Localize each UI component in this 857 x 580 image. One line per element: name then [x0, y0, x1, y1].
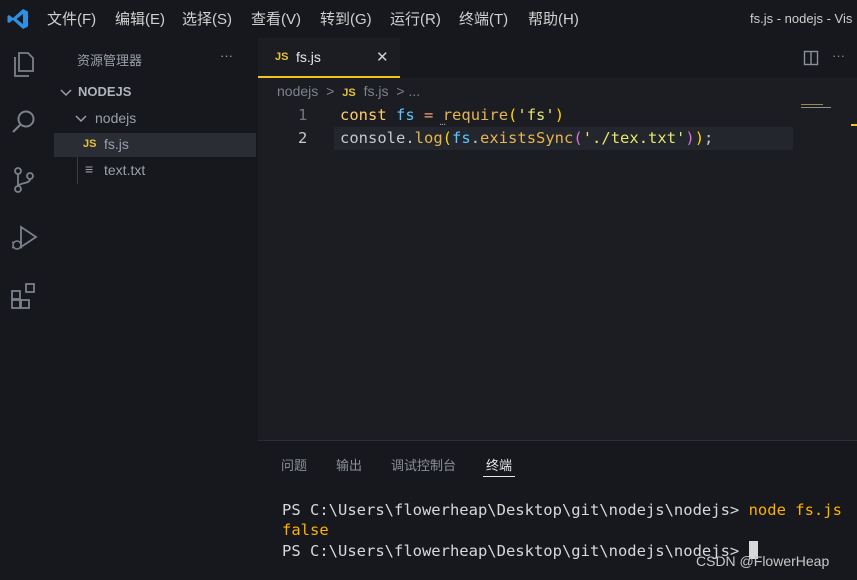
code-token: const: [340, 106, 387, 124]
breadcrumb: nodejs > JS fs.js > ...: [277, 83, 420, 99]
explorer-title: 资源管理器: [77, 53, 143, 68]
chevron-down-icon: [60, 89, 72, 97]
js-file-icon: JS: [342, 87, 356, 99]
menu-terminal[interactable]: 终端(T): [459, 8, 508, 29]
menu-view[interactable]: 查看(V): [251, 8, 301, 29]
line-number: 1: [298, 106, 308, 124]
tab-fs-js[interactable]: JS fs.js ✕: [258, 38, 400, 78]
code-token: fs: [396, 106, 415, 124]
code-token: fs: [452, 129, 471, 147]
title-bar: 文件(F) 编辑(E) 选择(S) 查看(V) 转到(G) 运行(R) 终端(T…: [0, 0, 857, 38]
minimap-line: [801, 104, 823, 105]
code-token: .: [405, 129, 415, 147]
extensions-icon[interactable]: [9, 281, 39, 311]
menu-edit[interactable]: 编辑(E): [115, 8, 165, 29]
menu-help[interactable]: 帮助(H): [528, 8, 579, 29]
tab-label: fs.js: [296, 49, 321, 65]
active-tab-indicator: [483, 476, 515, 477]
more-actions-icon[interactable]: ···: [832, 48, 845, 63]
window-title: fs.js - nodejs - Vis: [750, 11, 853, 26]
code-token: .: [470, 129, 481, 147]
workspace-header[interactable]: NODEJS: [48, 82, 258, 104]
code-line-2[interactable]: console.log(fs.existsSync('./tex.txt'));: [340, 129, 713, 147]
more-actions-icon[interactable]: ···: [220, 48, 233, 63]
terminal-command: node fs.js: [748, 501, 842, 519]
explorer-sidebar: 资源管理器 ··· NODEJS nodejs JS fs.js ≡ text.…: [48, 38, 258, 579]
breadcrumb-separator: >: [326, 83, 335, 99]
breadcrumb-file[interactable]: fs.js: [364, 83, 389, 99]
code-token: ): [685, 129, 695, 147]
source-control-icon[interactable]: [9, 165, 39, 195]
code-token: console: [340, 129, 406, 147]
breadcrumb-tail: > ...: [396, 83, 421, 99]
menu-selection[interactable]: 选择(S): [182, 8, 232, 29]
code-token: 'fs': [517, 106, 555, 124]
terminal-prompt: PS C:\Users\flowerheap\Desktop\git\nodej…: [282, 501, 749, 519]
text-file-icon: ≡: [85, 161, 94, 177]
minimap-line: [801, 107, 831, 108]
code-token: ;: [704, 129, 714, 147]
terminal-output: false: [282, 521, 329, 539]
code-token: ): [694, 129, 705, 147]
file-item-fs-js[interactable]: JS fs.js: [54, 133, 256, 157]
tab-debug-console[interactable]: 调试控制台: [391, 455, 456, 474]
overview-ruler-marker: [851, 124, 857, 126]
code-token: './tex.txt': [582, 129, 686, 147]
workspace-name: NODEJS: [78, 84, 132, 99]
file-item-text-txt[interactable]: ≡ text.txt: [54, 159, 256, 183]
close-icon[interactable]: ✕: [376, 48, 389, 66]
watermark: CSDN @FlowerHeap: [696, 553, 830, 569]
code-token: (: [573, 129, 583, 147]
code-token: (: [508, 106, 518, 124]
code-token: existsSync: [480, 129, 574, 147]
terminal-line: PS C:\Users\flowerheap\Desktop\git\nodej…: [282, 501, 842, 519]
breadcrumb-folder[interactable]: nodejs: [277, 83, 318, 99]
file-label: text.txt: [104, 162, 146, 178]
menu-run[interactable]: 运行(R): [390, 8, 441, 29]
run-debug-icon[interactable]: [9, 223, 39, 253]
tab-problems[interactable]: 问题: [281, 455, 307, 474]
code-token: (: [442, 129, 453, 147]
file-label: fs.js: [104, 136, 129, 152]
activity-bar: [0, 38, 48, 579]
vscode-logo: [7, 9, 28, 29]
search-icon[interactable]: [9, 107, 39, 137]
tab-output[interactable]: 输出: [336, 455, 362, 474]
split-editor-icon[interactable]: [803, 50, 819, 66]
hint-dots: ...: [439, 116, 446, 128]
js-file-icon: JS: [83, 138, 97, 150]
code-token: =: [424, 106, 434, 124]
terminal-prompt: PS C:\Users\flowerheap\Desktop\git\nodej…: [282, 542, 749, 560]
editor-area: JS fs.js ✕ ··· nodejs > JS fs.js > ... 1…: [258, 38, 857, 440]
code-token: require: [442, 106, 509, 124]
chevron-down-icon: [75, 115, 87, 123]
menu-file[interactable]: 文件(F): [47, 8, 96, 29]
minimap[interactable]: [801, 102, 853, 116]
menu-go[interactable]: 转到(G): [320, 8, 372, 29]
tab-terminal[interactable]: 终端: [486, 455, 512, 474]
line-number: 2: [298, 129, 308, 147]
folder-label: nodejs: [95, 110, 137, 126]
code-line-1[interactable]: const fs = require('fs'): [340, 106, 564, 124]
files-icon[interactable]: [9, 49, 39, 79]
js-file-icon: JS: [275, 51, 289, 63]
terminal-line[interactable]: PS C:\Users\flowerheap\Desktop\git\nodej…: [282, 541, 758, 560]
code-token: log: [414, 129, 443, 147]
folder-item-nodejs[interactable]: nodejs: [48, 108, 258, 130]
code-token: ): [554, 106, 565, 124]
